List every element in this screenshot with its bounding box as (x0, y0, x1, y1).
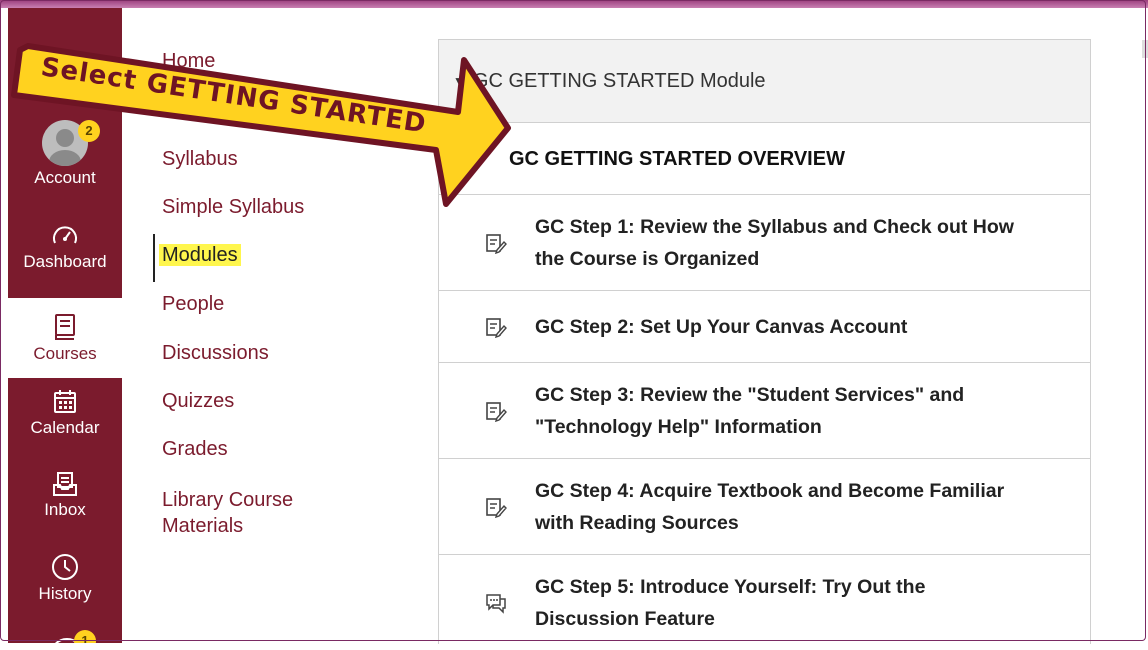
screenshot-frame (0, 0, 1146, 641)
